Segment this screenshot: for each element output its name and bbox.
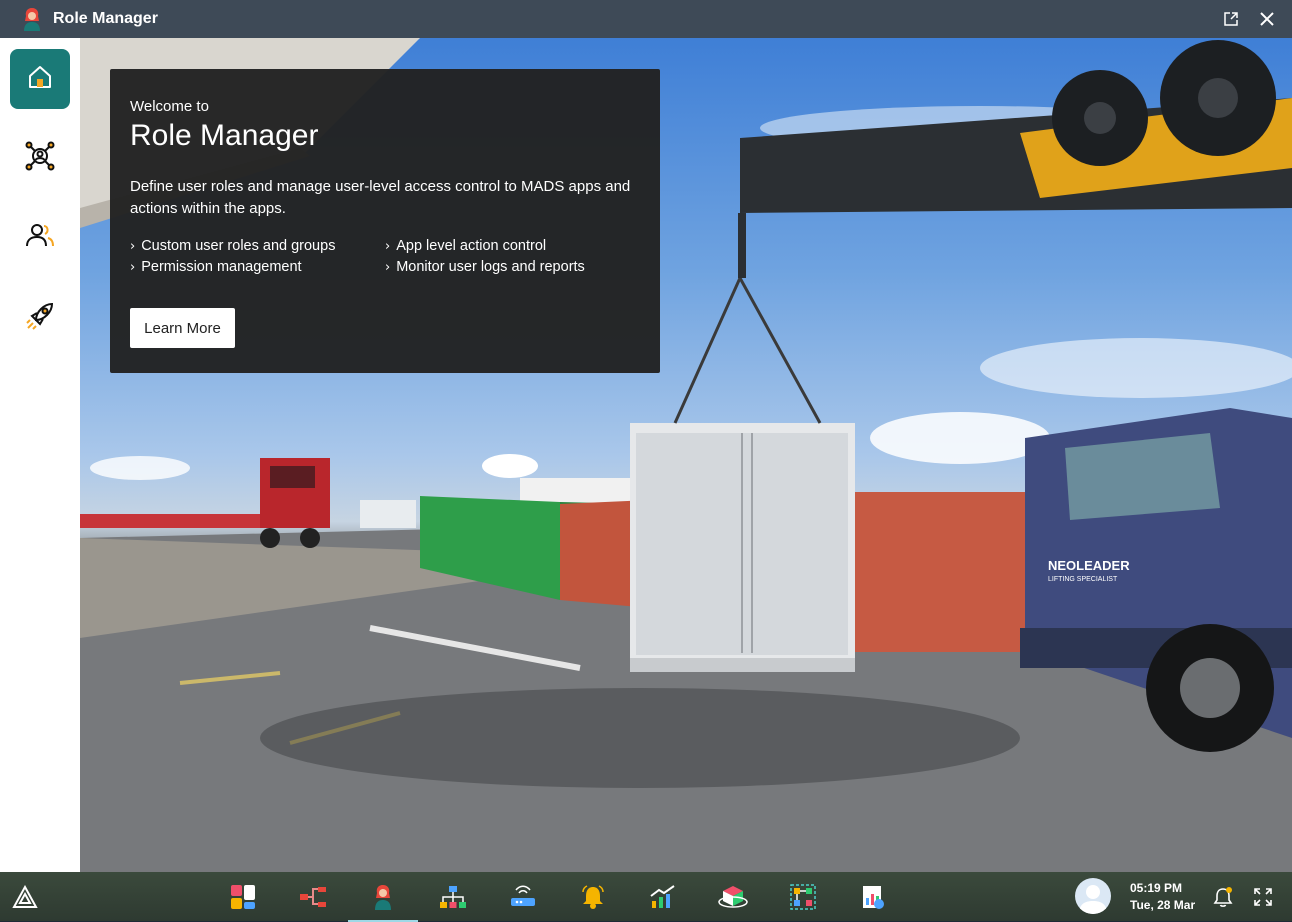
- users-icon: [24, 220, 56, 257]
- role-manager-icon[interactable]: [348, 880, 418, 922]
- home-icon: [26, 63, 54, 96]
- fullscreen-icon[interactable]: [1246, 880, 1280, 914]
- sidebar-item-users[interactable]: [10, 208, 70, 268]
- chevron-right-icon: ›: [130, 238, 136, 254]
- learn-more-button[interactable]: Learn More: [130, 308, 235, 348]
- welcome-title: Role Manager: [130, 119, 319, 152]
- feature-label: Permission management: [141, 259, 302, 275]
- role-manager-logo-icon: [22, 7, 42, 31]
- welcome-eyebrow: Welcome to: [130, 98, 209, 115]
- feature-item: › Permission management: [130, 259, 302, 275]
- pop-out-icon[interactable]: [1222, 10, 1240, 28]
- sidebar-item-user-network[interactable]: [10, 128, 70, 188]
- window-title: Role Manager: [53, 10, 158, 27]
- chevron-right-icon: ›: [385, 259, 391, 275]
- avatar[interactable]: [1075, 878, 1111, 914]
- clock: 05:19 PM Tue, 28 Mar: [1130, 880, 1195, 914]
- bell-alert-icon[interactable]: [576, 880, 610, 914]
- clock-time: 05:19 PM: [1130, 881, 1183, 895]
- chevron-right-icon: ›: [385, 238, 391, 254]
- mads-logo-icon[interactable]: [8, 880, 42, 914]
- feature-label: Custom user roles and groups: [141, 238, 336, 254]
- rocket-icon: [24, 300, 56, 337]
- clock-date: Tue, 28 Mar: [1130, 898, 1196, 912]
- sidebar-item-launch[interactable]: [10, 288, 70, 348]
- growth-chart-icon[interactable]: [646, 880, 680, 914]
- flow-icon[interactable]: [296, 880, 330, 914]
- user-network-icon: [24, 140, 56, 177]
- cube-icon[interactable]: [716, 880, 750, 914]
- sidebar: [0, 38, 80, 872]
- network-grid-icon[interactable]: [786, 880, 820, 914]
- dashboard-grid-icon[interactable]: [226, 880, 260, 914]
- welcome-card: Welcome to Role Manager Define user role…: [110, 69, 660, 373]
- org-chart-icon[interactable]: [436, 880, 470, 914]
- feature-label: Monitor user logs and reports: [396, 259, 585, 275]
- taskbar: 05:19 PM Tue, 28 Mar: [0, 872, 1292, 922]
- report-icon[interactable]: [856, 880, 890, 914]
- truck-subtext: LIFTING SPECIALIST: [1048, 576, 1118, 583]
- welcome-description: Define user roles and manage user-level …: [130, 178, 631, 217]
- sidebar-item-home[interactable]: [10, 49, 70, 109]
- feature-item: › App level action control: [385, 238, 546, 254]
- chevron-right-icon: ›: [130, 259, 136, 275]
- feature-label: App level action control: [396, 238, 547, 254]
- close-icon[interactable]: [1258, 10, 1276, 28]
- feature-item: › Custom user roles and groups: [130, 238, 335, 254]
- feature-item: › Monitor user logs and reports: [385, 259, 585, 275]
- notification-bell-icon[interactable]: [1206, 880, 1240, 914]
- truck-brand-text: NEOLEADER: [1048, 558, 1130, 573]
- router-icon[interactable]: [506, 880, 540, 914]
- title-bar: Role Manager: [0, 0, 1292, 38]
